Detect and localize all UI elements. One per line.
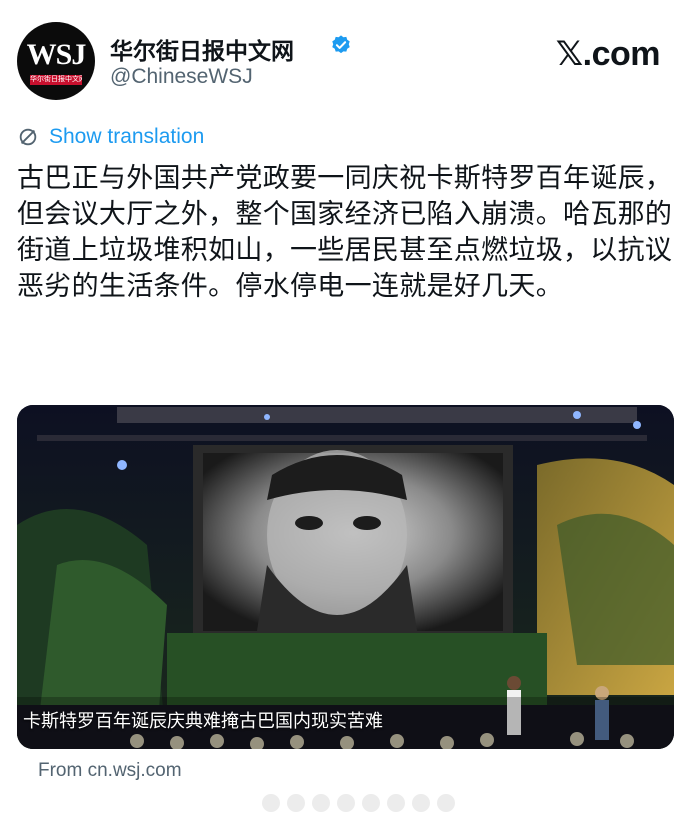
castro-stage-photo (17, 405, 674, 749)
watermark-dots (262, 794, 455, 812)
image-caption: 卡斯特罗百年诞辰庆典难掩古巴国内现实苦难 (23, 711, 383, 731)
post-image[interactable]: 卡斯特罗百年诞辰庆典难掩古巴国内现实苦难 (17, 405, 674, 749)
show-translation-label: Show translation (49, 125, 205, 148)
avatar-logo-text: WSJ (26, 38, 87, 71)
avatar[interactable]: WSJ 华尔街日报中文网 (17, 22, 95, 100)
x-logo: 𝕏.com (555, 35, 661, 73)
link-source[interactable]: From cn.wsj.com (38, 760, 182, 782)
post-text: 古巴正与外国共产党政要一同庆祝卡斯特罗百年诞辰，但会议大厅之外，整个国家经济已陷… (17, 163, 673, 301)
verified-badge-icon (332, 35, 350, 54)
show-translation-link[interactable]: Show translation (17, 125, 204, 149)
user-handle[interactable]: @ChineseWSJ (110, 65, 253, 89)
display-name[interactable]: 华尔街日报中文网 (110, 32, 294, 66)
avatar-ribbon: 华尔街日报中文网 (30, 75, 82, 85)
translate-icon (19, 128, 37, 146)
